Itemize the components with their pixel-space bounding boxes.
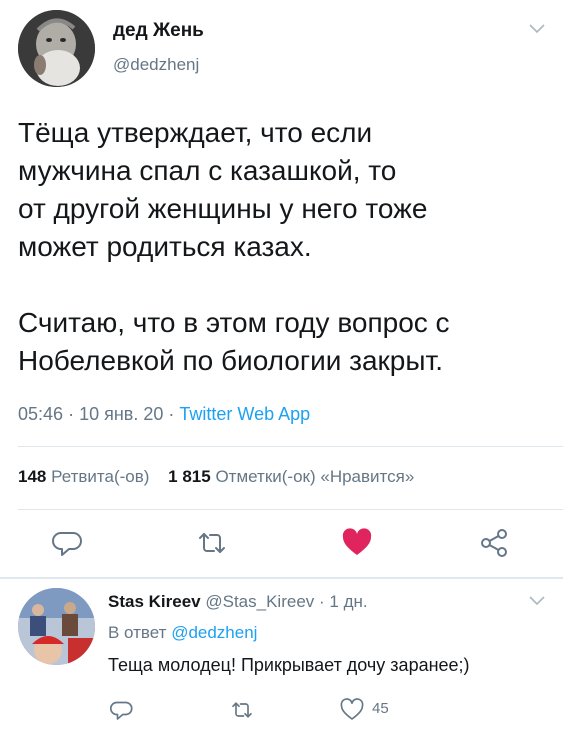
in-reply-prefix: В ответ [108, 623, 167, 642]
reply-text: Теща молодец! Прикрывает дочу заранее;) [108, 655, 470, 675]
tweet-text-line: Нобелевкой по биологии закрыт. [18, 345, 444, 376]
reply-author-display-name[interactable]: Stas Kireev [108, 592, 201, 611]
meta-separator: · [68, 404, 75, 424]
reply-actions [0, 696, 563, 726]
tweet-text-line: мужчина спал с казашкой, то [18, 155, 397, 186]
retweet-icon[interactable] [230, 698, 254, 722]
author-avatar[interactable] [18, 10, 95, 87]
meta-separator: · [168, 404, 175, 424]
reply-header: Stas Kireev @Stas_Kireev · 1 дн. [108, 592, 368, 612]
meta-separator: · [319, 592, 325, 611]
chevron-down-icon[interactable] [528, 594, 546, 608]
avatar-photo [18, 10, 95, 87]
main-tweet: дед Жень @dedzhenj Тёща утверждает, что … [0, 0, 563, 578]
retweets-count: 148 [18, 467, 47, 486]
tweet-stats: 148 Ретвита(-ов) 1 815 Отметки(-ок) «Нра… [18, 467, 414, 487]
divider [18, 509, 563, 510]
tweet-text: Тёща утверждает, что если мужчина спал с… [18, 114, 548, 380]
tweet-text-line: Считаю, что в этом году вопрос с [18, 307, 450, 338]
tweet-time[interactable]: 05:46 [18, 404, 63, 424]
section-divider [0, 577, 563, 579]
likes-count: 1 815 [168, 467, 211, 486]
tweet-actions [0, 523, 563, 563]
heart-filled-icon[interactable] [341, 527, 373, 559]
heart-icon[interactable] [340, 698, 364, 722]
likes-stat[interactable]: 1 815 Отметки(-ок) «Нравится» [168, 467, 414, 486]
reply-time[interactable]: 1 дн. [329, 592, 367, 611]
retweets-label: Ретвита(-ов) [51, 467, 150, 486]
chevron-down-icon[interactable] [528, 22, 546, 36]
reply-icon[interactable] [52, 527, 84, 559]
reply-author-handle[interactable]: @Stas_Kireev [205, 592, 314, 611]
tweet-text-line: Тёща утверждает, что если [18, 117, 373, 148]
tweet-text-line: от другой женщины у него тоже [18, 193, 428, 224]
divider [18, 446, 563, 447]
tweet-date[interactable]: 10 янв. 20 [79, 404, 163, 424]
reply-icon[interactable] [110, 698, 134, 722]
tweet-source-app[interactable]: Twitter Web App [179, 404, 310, 424]
reply-likes-count: 45 [372, 700, 389, 717]
author-handle[interactable]: @dedzhenj [113, 55, 199, 75]
tweet-text-line: может родиться казах. [18, 231, 312, 262]
retweets-stat[interactable]: 148 Ретвита(-ов) [18, 467, 149, 486]
likes-label: Отметки(-ок) «Нравится» [215, 467, 415, 486]
in-reply-to: В ответ @dedzhenj [108, 623, 257, 643]
tweet-meta: 05:46 · 10 янв. 20 · Twitter Web App [18, 404, 310, 425]
author-display-name[interactable]: дед Жень [113, 20, 204, 42]
reply-author-avatar[interactable] [18, 588, 95, 665]
avatar-photo [18, 588, 95, 665]
retweet-icon[interactable] [196, 527, 228, 559]
share-icon[interactable] [478, 527, 510, 559]
in-reply-mention[interactable]: @dedzhenj [171, 623, 257, 642]
reply-tweet: Stas Kireev @Stas_Kireev · 1 дн. В ответ… [0, 580, 563, 732]
